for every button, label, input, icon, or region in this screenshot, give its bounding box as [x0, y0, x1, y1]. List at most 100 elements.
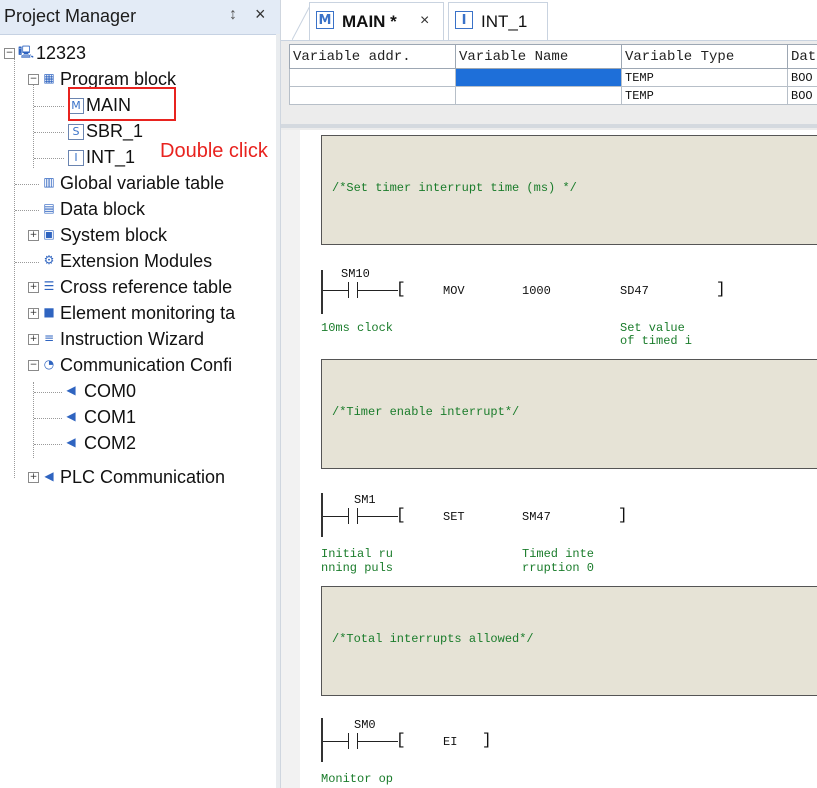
program-block-icon: ▦ [43, 71, 55, 85]
contact-address[interactable]: SM10 [341, 267, 370, 281]
table-header-row: Variable addr. Variable Name Variable Ty… [289, 44, 817, 69]
wizard-icon: ≡ [43, 331, 55, 345]
table-cell[interactable]: TEMP [621, 86, 788, 105]
box-close-bracket: ] [618, 506, 628, 524]
interrupt-icon: I [455, 11, 473, 29]
panel-header: Project Manager ↕ × [0, 0, 280, 35]
network-comment[interactable]: /*Total interrupts allowed*/ [321, 586, 817, 696]
instruction-operand[interactable]: SM47 [522, 510, 551, 524]
tree-item-label: Element monitoring ta [60, 303, 236, 323]
port-icon: ◀ [66, 435, 76, 449]
rung-wire [358, 516, 398, 517]
tree-item-label: COM1 [84, 407, 137, 427]
tree-connector [15, 184, 39, 185]
tree-item-label: Cross reference table [60, 277, 233, 297]
subroutine-icon: S [68, 124, 84, 140]
contact-address[interactable]: SM1 [354, 493, 376, 507]
tree-item-label: Global variable table [60, 173, 225, 193]
symbol-comment: Set value [620, 321, 685, 335]
table-cell[interactable] [455, 86, 622, 105]
network-comment[interactable]: /*Timer enable interrupt*/ [321, 359, 817, 469]
table-cell[interactable]: BOO [787, 86, 817, 105]
column-header[interactable]: Variable addr. [289, 44, 456, 69]
table-cell-selected[interactable] [455, 68, 622, 87]
box-close-bracket: ] [716, 280, 726, 298]
tree-item-label: COM0 [84, 381, 137, 401]
expand-icon[interactable]: + [28, 334, 39, 345]
contact-symbol[interactable] [348, 508, 358, 524]
monitor-icon: ■ [43, 305, 55, 319]
table-cell[interactable] [289, 86, 456, 105]
column-header[interactable]: Variable Name [455, 44, 622, 69]
highlight-box [68, 87, 176, 121]
instruction-name[interactable]: EI [443, 735, 457, 749]
comment-text: /*Timer enable interrupt*/ [332, 405, 520, 419]
box-close-bracket: ] [482, 731, 492, 749]
tab-main[interactable]: M MAIN * × [309, 2, 444, 40]
collapse-icon[interactable]: − [28, 74, 39, 85]
symbol-comment: Initial ru [321, 547, 394, 561]
splitter[interactable] [281, 124, 817, 128]
collapse-icon[interactable]: − [28, 360, 39, 371]
system-block-icon: ▣ [43, 227, 55, 241]
main-program-icon: M [316, 11, 334, 29]
symbol-comment: 10ms clock [321, 321, 394, 335]
project-manager-panel: Project Manager ↕ × − 🖳 12323 − ▦ Progra… [0, 0, 281, 788]
table-row[interactable]: TEMP BOO [289, 86, 817, 105]
close-icon[interactable]: × [255, 4, 266, 25]
tree-item-label: SBR_1 [86, 121, 144, 141]
expand-icon[interactable]: + [28, 282, 39, 293]
symbol-comment: of timed i [620, 334, 693, 348]
expand-icon[interactable]: + [28, 230, 39, 241]
tree-connector [33, 382, 34, 458]
symbol-comment: rruption 0 [522, 561, 595, 575]
gear-icon: ⚙ [43, 253, 55, 267]
tree-item-label: Communication Confi [60, 355, 233, 375]
box-open-bracket: [ [396, 280, 406, 298]
tree-connector [34, 418, 62, 419]
contact-address[interactable]: SM0 [354, 718, 376, 732]
panel-scrollbar[interactable] [276, 34, 280, 788]
instruction-operand[interactable]: 1000 [522, 284, 551, 298]
instruction-name[interactable]: MOV [443, 284, 465, 298]
interrupt-icon: I [68, 150, 84, 166]
variable-table: Variable addr. Variable Name Variable Ty… [289, 44, 817, 105]
close-icon[interactable]: × [420, 12, 429, 30]
table-cell[interactable]: BOO [787, 68, 817, 87]
panel-title: Project Manager [4, 6, 137, 26]
tree-item-label: Extension Modules [60, 251, 213, 271]
annotation-text: Double click [160, 140, 268, 162]
tree-item-label: PLC Communication [60, 467, 226, 487]
tree-connector [34, 132, 64, 133]
tab-int1[interactable]: I INT_1 [448, 2, 548, 40]
instruction-operand[interactable]: SD47 [620, 284, 649, 298]
expand-icon[interactable]: + [28, 308, 39, 319]
power-rail [321, 270, 323, 314]
rung-wire [358, 290, 398, 291]
contact-symbol[interactable] [348, 282, 358, 298]
table-cell[interactable]: TEMP [621, 68, 788, 87]
table-cell[interactable] [289, 68, 456, 87]
tree-connector [33, 82, 34, 168]
tree-connector [34, 392, 62, 393]
collapse-icon[interactable]: − [4, 48, 15, 59]
instruction-name[interactable]: SET [443, 510, 465, 524]
tree-connector [34, 158, 64, 159]
ladder-gutter [281, 130, 300, 788]
symbol-comment: Timed inte [522, 547, 595, 561]
column-header[interactable]: Variable Type [621, 44, 788, 69]
document-icon: ▤ [43, 201, 55, 215]
pin-icon[interactable]: ↕ [229, 6, 237, 24]
tree-item-label: 12323 [36, 43, 87, 63]
expand-icon[interactable]: + [28, 472, 39, 483]
power-rail [321, 718, 323, 762]
port-icon: ◀ [44, 469, 54, 483]
tree-connector [15, 210, 39, 211]
contact-symbol[interactable] [348, 733, 358, 749]
column-header[interactable]: Dat [787, 44, 817, 69]
box-open-bracket: [ [396, 506, 406, 524]
network-comment[interactable]: /*Set timer interrupt time (ms) */ [321, 135, 817, 245]
table-row[interactable]: TEMP BOO [289, 68, 817, 87]
rung-wire [323, 741, 348, 742]
pc-icon: 🖳 [18, 45, 35, 59]
